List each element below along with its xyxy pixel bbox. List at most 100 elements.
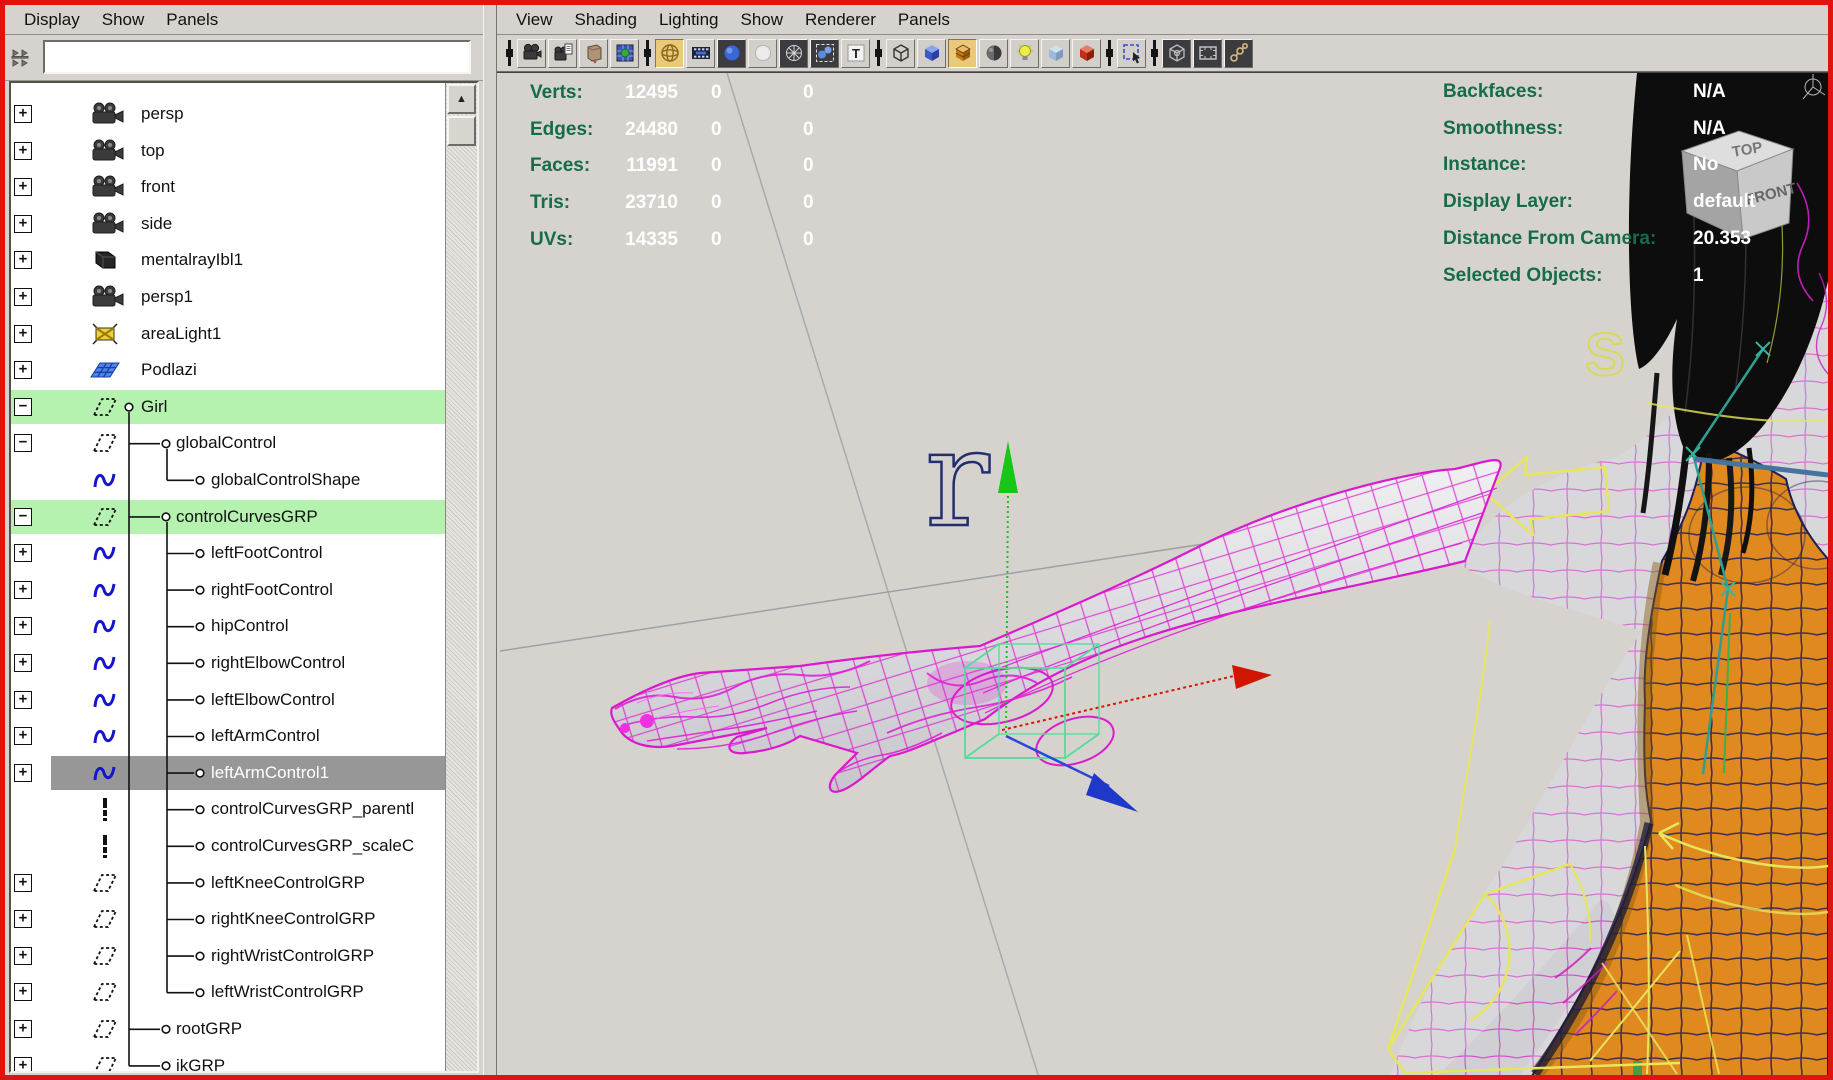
- scroll-up-button[interactable]: ▲: [447, 84, 476, 114]
- hud-value: 0: [803, 155, 814, 177]
- tree-row-persp[interactable]: +persp: [11, 96, 445, 133]
- tree-row-leftArmControl1[interactable]: +leftArmControl1: [11, 755, 445, 792]
- outliner-scrollbar[interactable]: ▲: [445, 83, 477, 1071]
- expand-toggle[interactable]: +: [14, 910, 32, 928]
- expand-toggle[interactable]: +: [14, 142, 32, 160]
- expand-toggle[interactable]: +: [14, 288, 32, 306]
- menu-renderer[interactable]: Renderer: [794, 8, 887, 32]
- tree-row-front[interactable]: +front: [11, 169, 445, 206]
- use-default-material-button[interactable]: [979, 39, 1008, 68]
- tree-row-leftElbowControl[interactable]: +leftElbowControl: [11, 682, 445, 719]
- tree-row-persp1[interactable]: +persp1: [11, 279, 445, 316]
- tree-row-top[interactable]: +top: [11, 133, 445, 170]
- left-arm-mesh[interactable]: [611, 460, 1500, 792]
- tree-row-leftArmControl[interactable]: +leftArmControl: [11, 718, 445, 755]
- isolate-select-icon: [1121, 42, 1143, 64]
- film-gate-button[interactable]: [686, 39, 715, 68]
- menu-panels[interactable]: Panels: [887, 8, 961, 32]
- tree-row-mentalrayIbl1[interactable]: +mentalrayIbl1: [11, 242, 445, 279]
- panel-divider[interactable]: [483, 5, 497, 1075]
- shade-selected-button[interactable]: [810, 39, 839, 68]
- tree-row-hipControl[interactable]: +hipControl: [11, 608, 445, 645]
- expand-toggle[interactable]: +: [14, 947, 32, 965]
- filter-icon[interactable]: [10, 44, 40, 72]
- smooth-shade-all-button[interactable]: [717, 39, 746, 68]
- expand-toggle[interactable]: +: [14, 1057, 32, 1073]
- bounding-box-cube-button[interactable]: [1072, 39, 1101, 68]
- node-label: rightKneeControlGRP: [211, 901, 375, 938]
- expand-toggle[interactable]: +: [14, 581, 32, 599]
- collapse-toggle[interactable]: −: [14, 434, 32, 452]
- select-camera-button[interactable]: [517, 39, 546, 68]
- outliner-search-input[interactable]: [43, 40, 471, 74]
- expand-toggle[interactable]: +: [14, 874, 32, 892]
- expand-toggle[interactable]: +: [14, 727, 32, 745]
- viewport-toolbar: T: [497, 35, 1828, 72]
- textured-display-button[interactable]: T: [841, 39, 870, 68]
- menu-view[interactable]: View: [505, 8, 564, 32]
- joint-xray-button[interactable]: [1224, 39, 1253, 68]
- xray-display-button[interactable]: [1162, 39, 1191, 68]
- tree-row-rightFootControl[interactable]: +rightFootControl: [11, 572, 445, 609]
- menu-display[interactable]: Display: [13, 8, 91, 32]
- tree-row-rightKneeControlGRP[interactable]: + rightKneeControlGRP: [11, 901, 445, 938]
- expand-toggle[interactable]: +: [14, 105, 32, 123]
- scroll-thumb[interactable]: [447, 116, 476, 146]
- node-label: Podlazi: [141, 352, 197, 389]
- expand-toggle[interactable]: +: [14, 178, 32, 196]
- bounding-box-button[interactable]: [779, 39, 808, 68]
- tree-row-controlCurvesGRP[interactable]: −controlCurvesGRP: [11, 499, 445, 536]
- resolution-gate-button[interactable]: [1193, 39, 1222, 68]
- bookmarks-button[interactable]: [579, 39, 608, 68]
- tree-row-leftKneeControlGRP[interactable]: +leftKneeControlGRP: [11, 865, 445, 902]
- tree-row-globalControl[interactable]: −globalControl: [11, 425, 445, 462]
- flat-shade-all-button[interactable]: [748, 39, 777, 68]
- expand-toggle[interactable]: +: [14, 764, 32, 782]
- expand-toggle[interactable]: +: [14, 1020, 32, 1038]
- viewport-canvas[interactable]: r: [497, 72, 1828, 1075]
- menu-lighting[interactable]: Lighting: [648, 8, 730, 32]
- expand-toggle[interactable]: +: [14, 251, 32, 269]
- menu-panels[interactable]: Panels: [155, 8, 229, 32]
- wireframe-display-button[interactable]: [655, 39, 684, 68]
- viewport-panel: ViewShadingLightingShowRendererPanels T: [497, 5, 1828, 1075]
- node-label: ikGRP: [176, 1048, 225, 1073]
- expand-toggle[interactable]: +: [14, 325, 32, 343]
- hud-value: 0: [711, 155, 722, 177]
- menu-show[interactable]: Show: [730, 8, 795, 32]
- tree-row-side[interactable]: +side: [11, 206, 445, 243]
- tree-row-ikGRP[interactable]: + ikGRP: [11, 1048, 445, 1073]
- tree-row-leftWristControlGRP[interactable]: +leftWristControlGRP: [11, 974, 445, 1011]
- isolate-select-button[interactable]: [1117, 39, 1146, 68]
- tree-row-controlCurvesGRP_scaleC[interactable]: controlCurvesGRP_scaleC: [11, 828, 445, 865]
- expand-toggle[interactable]: +: [14, 215, 32, 233]
- tree-row-rootGRP[interactable]: +rootGRP: [11, 1011, 445, 1048]
- smooth-shaded-cube-button[interactable]: [917, 39, 946, 68]
- image-plane-button[interactable]: [610, 39, 639, 68]
- expand-toggle[interactable]: +: [14, 617, 32, 635]
- expand-toggle[interactable]: +: [14, 691, 32, 709]
- collapse-toggle[interactable]: −: [14, 508, 32, 526]
- tree-row-Podlazi[interactable]: + Podlazi: [11, 352, 445, 389]
- wireframe-cube-button[interactable]: [886, 39, 915, 68]
- expand-toggle[interactable]: +: [14, 983, 32, 1001]
- collapse-toggle[interactable]: −: [14, 398, 32, 416]
- tree-row-globalControlShape[interactable]: globalControlShape: [11, 462, 445, 499]
- lights-button[interactable]: [1010, 39, 1039, 68]
- tree-row-areaLight1[interactable]: +areaLight1: [11, 316, 445, 353]
- menu-shading[interactable]: Shading: [564, 8, 648, 32]
- tree-row-rightElbowControl[interactable]: +rightElbowControl: [11, 645, 445, 682]
- menu-show[interactable]: Show: [91, 8, 156, 32]
- tree-row-Girl[interactable]: −Girl: [11, 389, 445, 426]
- expand-toggle[interactable]: +: [14, 654, 32, 672]
- tree-row-leftFootControl[interactable]: +leftFootControl: [11, 535, 445, 572]
- textured-cube-button[interactable]: [948, 39, 977, 68]
- camera-attributes-button[interactable]: [548, 39, 577, 68]
- curve-letter-r[interactable]: r: [925, 400, 990, 557]
- expand-toggle[interactable]: +: [14, 361, 32, 379]
- expand-toggle[interactable]: +: [14, 544, 32, 562]
- curve-letter-s[interactable]: S: [1585, 321, 1625, 388]
- tree-row-rightWristControlGRP[interactable]: +rightWristControlGRP: [11, 938, 445, 975]
- flat-shaded-cube-button[interactable]: [1041, 39, 1070, 68]
- tree-row-controlCurvesGRP_parentl[interactable]: controlCurvesGRP_parentl: [11, 791, 445, 828]
